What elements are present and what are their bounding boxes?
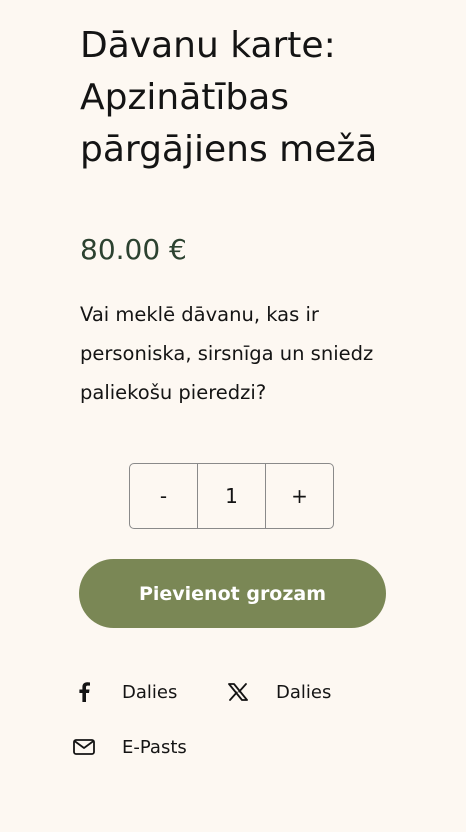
product-price: 80.00 €: [80, 233, 187, 266]
x-icon: [226, 680, 250, 704]
share-email-label: E-Pasts: [122, 736, 187, 758]
add-to-cart-button[interactable]: Pievienot grozam: [79, 559, 386, 628]
quantity-increment-button[interactable]: +: [265, 464, 333, 528]
product-title: Dāvanu karte: Apzinātības pārgājiens mež…: [80, 25, 378, 170]
quantity-input[interactable]: 1: [197, 464, 265, 528]
quantity-decrement-button[interactable]: -: [130, 464, 197, 528]
product-description: Vai meklē dāvanu, kas ir personiska, sir…: [80, 303, 374, 404]
envelope-icon: [72, 735, 96, 759]
share-facebook-label: Dalies: [122, 681, 178, 703]
share-email-link[interactable]: E-Pasts: [72, 735, 187, 759]
share-x-label: Dalies: [276, 681, 332, 703]
share-facebook-link[interactable]: Dalies: [72, 680, 177, 704]
share-x-link[interactable]: Dalies: [226, 680, 331, 704]
quantity-stepper: - 1 +: [129, 463, 334, 529]
facebook-icon: [72, 680, 96, 704]
